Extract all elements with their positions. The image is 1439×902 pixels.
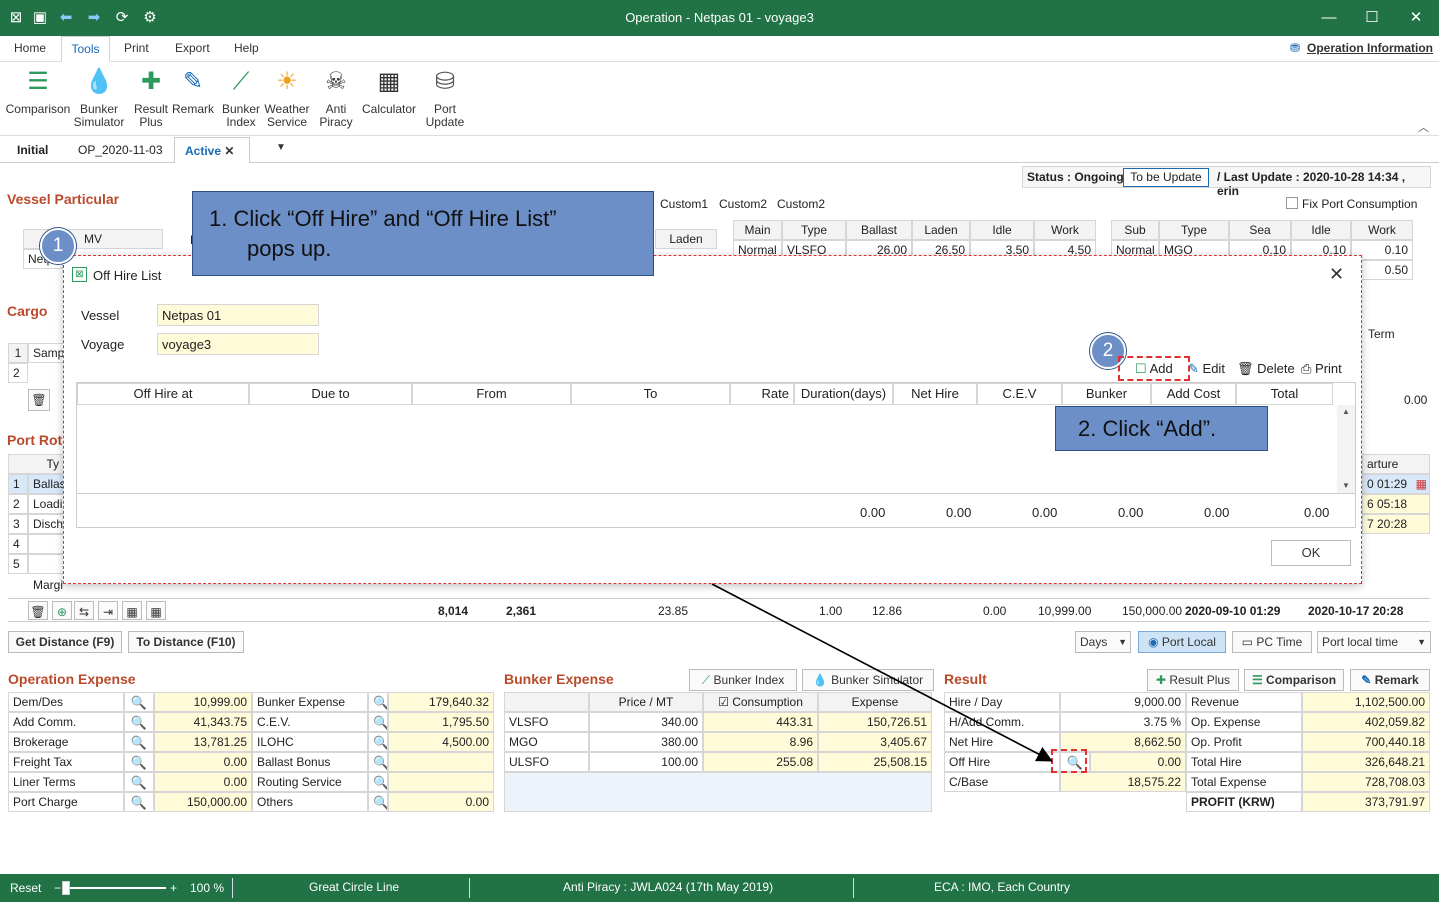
pointer-arrow — [711, 583, 1053, 762]
